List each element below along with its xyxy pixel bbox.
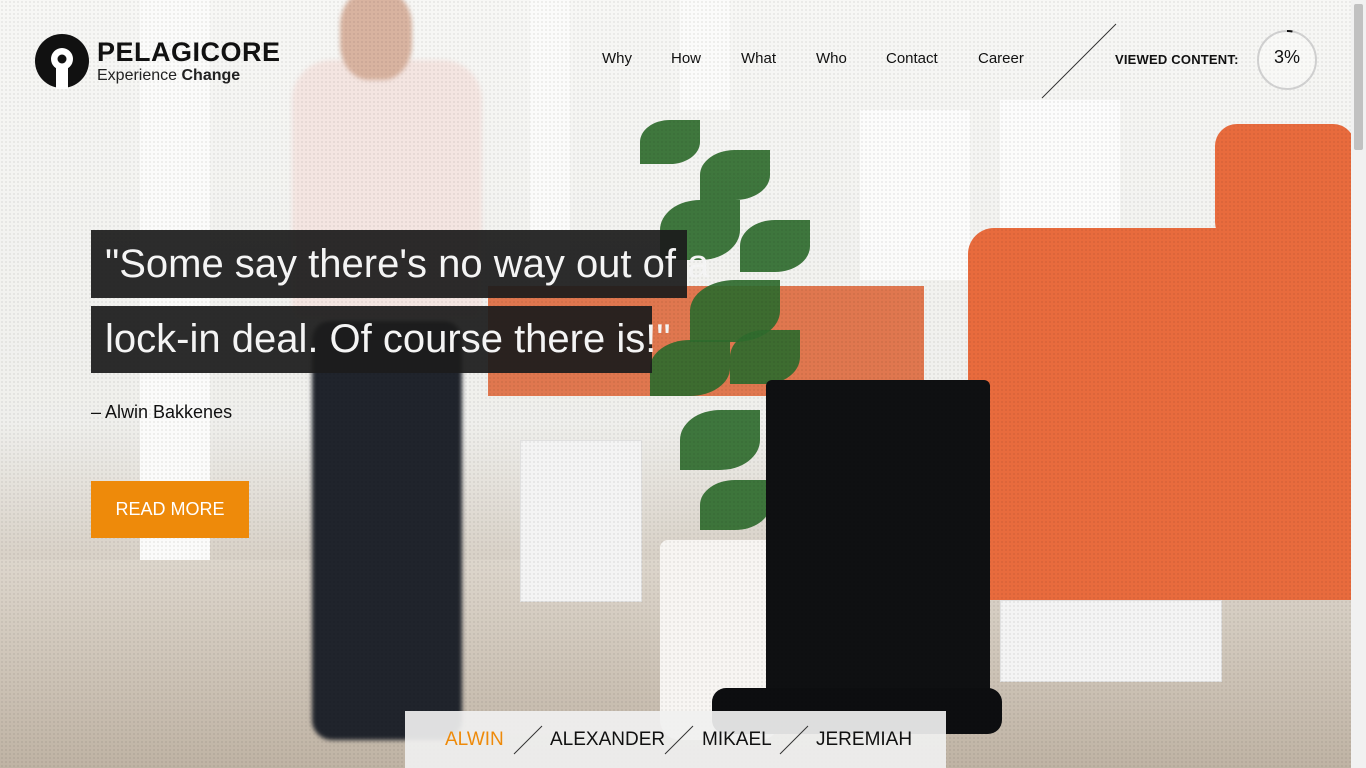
hero-quote-line-2: lock-in deal. Of course there is!"	[91, 306, 671, 373]
brand-tagline-bold: Change	[181, 66, 241, 84]
tab-separator-icon	[779, 725, 809, 755]
page-scrollbar[interactable]	[1351, 0, 1366, 768]
pelagicore-logo-icon	[35, 34, 89, 89]
viewed-content-label: VIEWED CONTENT:	[1115, 52, 1239, 67]
nav-item-why[interactable]: Why	[602, 50, 632, 67]
brand-tagline: Experience Change	[97, 66, 281, 84]
nav-item-who[interactable]: Who	[816, 50, 847, 67]
brand-name: PELAGICORE	[97, 36, 281, 67]
people-tab-alwin[interactable]: ALWIN	[445, 729, 504, 751]
nav-item-contact[interactable]: Contact	[886, 50, 938, 67]
quote-author: – Alwin Bakkenes	[91, 402, 233, 422]
people-tab-jeremiah[interactable]: JEREMIAH	[816, 729, 912, 751]
brand-logo-link[interactable]: PELAGICORE Experience Change	[34, 33, 281, 89]
nav-item-what[interactable]: What	[741, 50, 776, 67]
brand-text: PELAGICORE Experience Change	[97, 36, 281, 84]
people-tab-alexander[interactable]: ALEXANDER	[550, 729, 665, 751]
dot-overlay	[0, 0, 1366, 768]
hero-quote-line-1: "Some say there's no way out of a	[91, 230, 709, 298]
nav-item-how[interactable]: How	[671, 50, 701, 67]
read-more-button[interactable]: READ MORE	[91, 481, 249, 538]
scrollbar-thumb[interactable]	[1354, 4, 1363, 150]
brand-tagline-plain: Experience	[97, 66, 178, 84]
nav-item-career[interactable]: Career	[978, 50, 1024, 67]
hero-background	[0, 0, 1366, 768]
people-tabs: ALWIN ALEXANDER MIKAEL JEREMIAH	[405, 711, 946, 768]
people-tab-mikael[interactable]: MIKAEL	[702, 729, 772, 751]
tab-separator-icon	[513, 725, 543, 755]
diagonal-divider-icon	[1041, 23, 1117, 99]
viewed-content-percent: 3%	[1273, 47, 1300, 67]
tab-separator-icon	[664, 725, 694, 755]
